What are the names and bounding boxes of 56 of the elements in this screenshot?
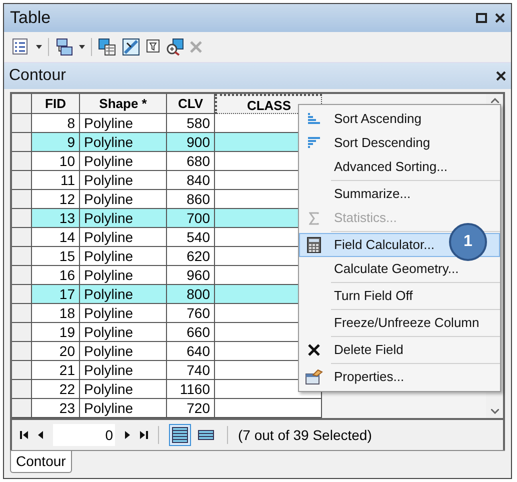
row-selector[interactable] [12,304,32,323]
row-selector[interactable] [12,209,32,228]
selection-status: (7 out of 39 Selected) [238,426,372,445]
scroll-down-icon[interactable] [490,409,498,414]
dropdown-icon[interactable] [79,45,85,49]
row-selector[interactable] [12,152,32,171]
close-icon[interactable] [495,13,505,23]
menu-item[interactable]: Delete Field [299,338,500,362]
row-selector[interactable] [12,361,32,380]
records-view-icon [172,427,188,443]
scroll-up-icon[interactable] [490,98,498,103]
calculator-icon [307,237,321,253]
table-options-icon[interactable] [12,38,30,56]
menu-item[interactable]: Freeze/Unfreeze Column [299,311,500,335]
zoom-to-selected-icon[interactable] [166,38,184,56]
show-all-records-button[interactable] [169,424,191,446]
properties-icon [305,369,323,385]
close-icon[interactable] [496,71,506,81]
row-selector[interactable] [12,285,32,304]
menu-item[interactable]: Properties... [299,365,500,389]
sigma-icon [309,212,319,224]
menu-item[interactable]: Summarize... [299,182,500,206]
menu-item[interactable]: Sort Descending [299,131,500,155]
switch-selection-icon[interactable] [122,38,140,56]
row-selector[interactable] [12,342,32,361]
next-record-icon[interactable] [125,431,130,439]
row-selector[interactable] [12,323,32,342]
record-field[interactable]: 0 [53,424,115,446]
previous-record-icon[interactable] [38,431,43,439]
related-tables-icon[interactable] [55,38,73,56]
maximize-icon[interactable] [476,13,487,23]
row-selector[interactable] [12,247,32,266]
select-by-attributes-icon[interactable] [98,38,116,56]
last-record-icon[interactable] [140,431,148,439]
sort-descending-icon [307,136,321,150]
menu-item[interactable]: Advanced Sorting... [299,155,500,179]
row-selector[interactable] [12,133,32,152]
table-cell: Polyline [80,399,167,418]
table-name: Contour [9,66,66,86]
row-selector[interactable] [12,380,32,399]
records-view-icon [198,430,214,440]
table-cell: 720 [167,399,215,418]
table-cell: 23 [32,399,80,418]
delete-icon [308,344,320,356]
window-title: Table [10,7,51,30]
row-selector[interactable] [12,171,32,190]
sort-ascending-icon [307,112,321,126]
row-selector[interactable] [12,228,32,247]
row-selector[interactable] [12,114,32,133]
table-tab[interactable]: Contour [10,451,72,473]
row-selector[interactable] [12,399,32,418]
dropdown-icon[interactable] [36,45,42,49]
row-selector[interactable] [12,266,32,285]
menu-item[interactable]: Turn Field Off [299,284,500,308]
first-record-icon[interactable] [20,431,28,439]
row-selector[interactable] [12,190,32,209]
